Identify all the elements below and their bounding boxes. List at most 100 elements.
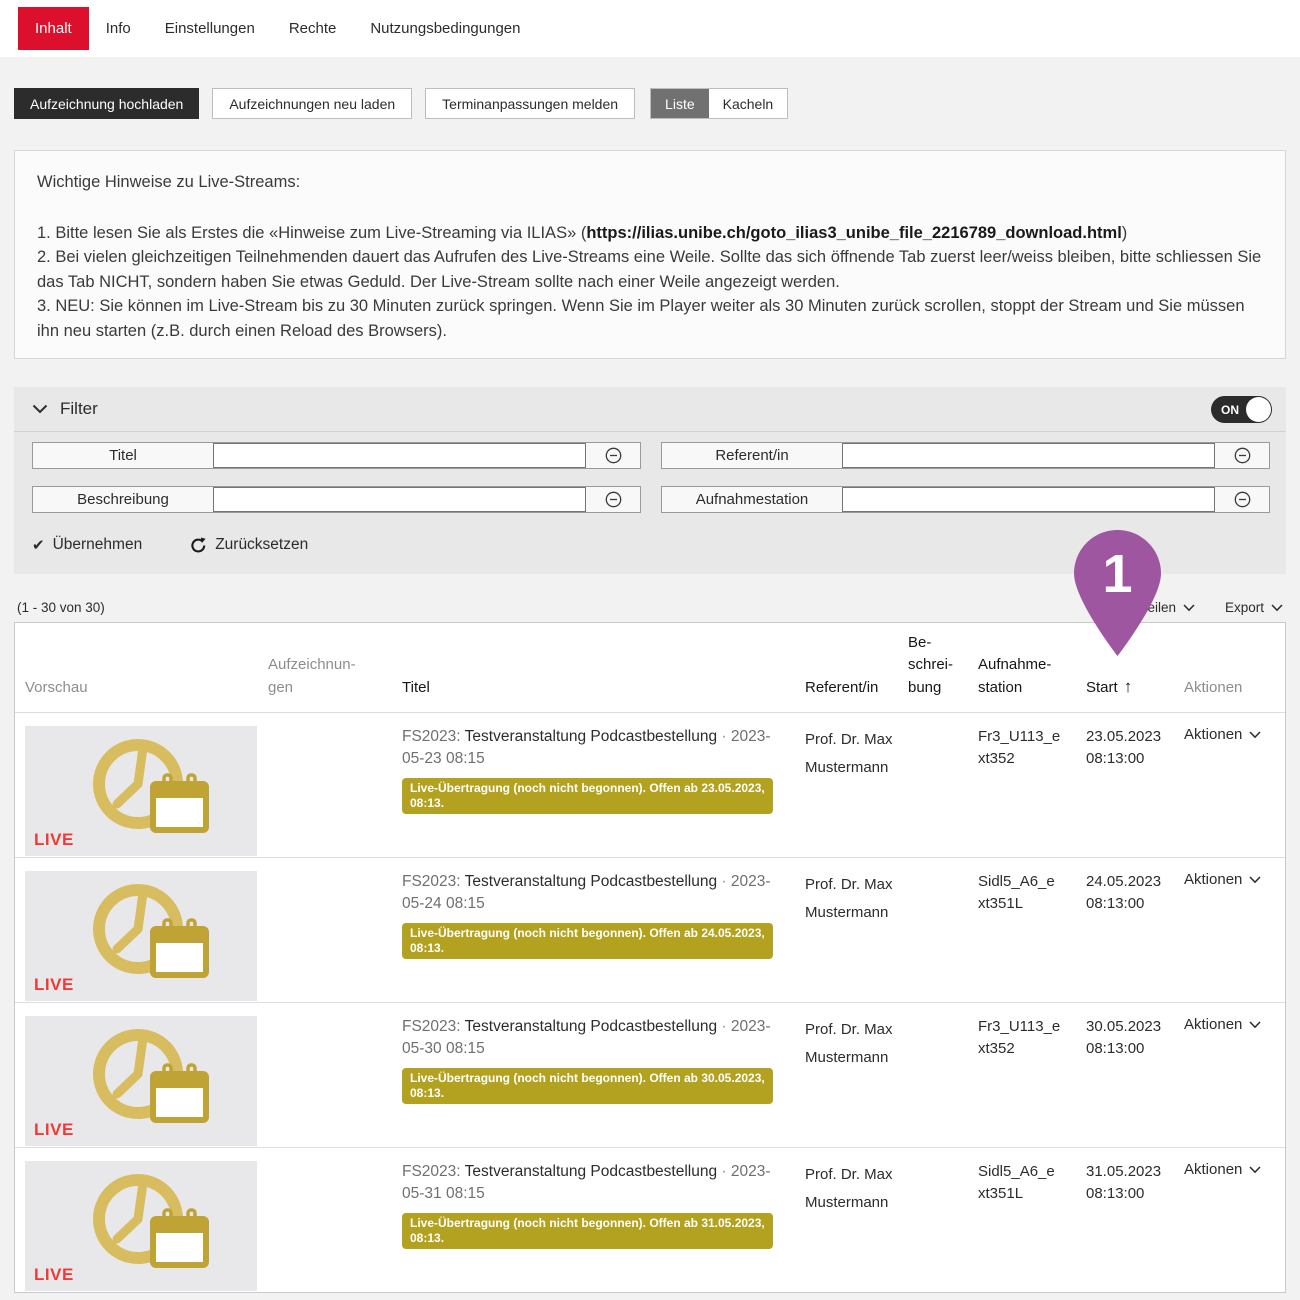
view-switcher: Liste Kacheln <box>650 88 788 119</box>
reset-filter-button[interactable]: Zurücksetzen <box>190 536 308 554</box>
col-header-aufnahmestation[interactable]: Aufnahme­station <box>966 654 1074 699</box>
minus-circle-icon <box>605 491 622 508</box>
filter-field-titel: Titel <box>32 442 641 469</box>
filter-input-referent[interactable] <box>842 443 1215 468</box>
filter-field-referent: Referent/in <box>661 442 1270 469</box>
title-prefix: FS2023: <box>402 1018 461 1035</box>
row-actions-dropdown[interactable]: Aktionen <box>1184 726 1285 743</box>
report-schedule-change-button[interactable]: Terminanpassungen melden <box>425 88 635 119</box>
view-list-button[interactable]: Liste <box>651 89 709 118</box>
cell-aufzeichnungen <box>268 871 388 1002</box>
cell-aufzeichnungen <box>268 1161 388 1292</box>
annotation-pin-1: 1 <box>1070 526 1165 658</box>
tab-nutzungsbedingungen[interactable]: Nutzungsbedingungen <box>353 7 537 50</box>
redaction-blob <box>786 835 874 853</box>
title-main: Testveranstaltung Podcastbestellung <box>465 1018 717 1035</box>
cell-referent: Prof. Dr. Max Mustermann <box>793 1016 896 1147</box>
cell-start: 24.05.2023 08:13:00 <box>1074 871 1172 1002</box>
filter-input-beschreibung[interactable] <box>213 487 586 512</box>
view-tiles-button[interactable]: Kacheln <box>709 89 788 118</box>
export-dropdown[interactable]: Export <box>1225 600 1283 615</box>
toggle-knob <box>1246 397 1271 422</box>
table-body: LIVE FS2023: Testveranstaltung Podcastbe… <box>15 712 1285 1292</box>
cell-beschreibung <box>896 726 966 857</box>
notes-item-2: 2. Bei vielen gleichzeitigen Teilnehmend… <box>37 245 1263 294</box>
filter-input-aufnahmestation[interactable] <box>842 487 1215 512</box>
cell-titel: FS2023: Testveranstaltung Podcastbestell… <box>388 1161 793 1292</box>
cell-aufnahmestation: Fr3_U113_ext352 <box>966 726 1074 857</box>
tab-einstellungen[interactable]: Einstellungen <box>148 7 272 50</box>
chevron-down-icon <box>1271 604 1283 612</box>
col-header-beschreibung[interactable]: Be­schrei­bung <box>896 632 966 700</box>
filter-label-aufnahmestation: Aufnahmestation <box>662 487 842 512</box>
title-main: Testveranstaltung Podcastbestellung <box>465 728 717 745</box>
upload-recording-button[interactable]: Aufzeichnung hochladen <box>14 88 199 119</box>
cell-beschreibung <box>896 871 966 1002</box>
cell-aufzeichnungen <box>268 1016 388 1147</box>
title-separator: · <box>721 873 726 890</box>
filter-field-beschreibung: Beschreibung <box>32 486 641 513</box>
clear-beschreibung-button[interactable] <box>586 487 640 512</box>
filter-header[interactable]: Filter ON <box>14 387 1286 432</box>
title-main: Testveranstaltung Podcastbestellung <box>465 1163 717 1180</box>
apply-filter-button[interactable]: ✔ Übernehmen <box>32 536 142 554</box>
clear-aufnahmestation-button[interactable] <box>1215 487 1269 512</box>
cell-beschreibung <box>896 1016 966 1147</box>
title-prefix: FS2023: <box>402 1163 461 1180</box>
tab-info[interactable]: Info <box>89 7 148 50</box>
filter-input-titel[interactable] <box>213 443 586 468</box>
clear-titel-button[interactable] <box>586 443 640 468</box>
live-badge: LIVE <box>34 1265 74 1285</box>
chevron-down-icon <box>1249 1021 1261 1029</box>
cell-aktionen: Aktionen <box>1172 726 1285 857</box>
live-stream-thumbnail[interactable]: LIVE <box>25 1161 257 1291</box>
row-actions-dropdown[interactable]: Aktionen <box>1184 871 1285 888</box>
live-badge: LIVE <box>34 1120 74 1140</box>
tab-inhalt[interactable]: Inhalt <box>18 7 89 50</box>
live-stream-thumbnail[interactable]: LIVE <box>25 1016 257 1146</box>
row-actions-label: Aktionen <box>1184 871 1242 888</box>
col-header-start[interactable]: Start↑ <box>1074 674 1172 700</box>
notes-item-1-closing: ) <box>1122 224 1128 242</box>
cell-vorschau: LIVE <box>15 1016 268 1147</box>
live-stream-thumbnail[interactable]: LIVE <box>25 726 257 856</box>
chevron-down-icon <box>1183 604 1195 612</box>
col-header-titel[interactable]: Titel <box>388 677 793 700</box>
recording-title[interactable]: FS2023: Testveranstaltung Podcastbestell… <box>402 1161 773 1206</box>
cell-titel: FS2023: Testveranstaltung Podcastbestell… <box>388 871 793 1002</box>
notes-download-link[interactable]: https://ilias.unibe.ch/goto_ilias3_unibe… <box>586 224 1121 242</box>
refresh-icon <box>190 537 207 554</box>
table-row: LIVE FS2023: Testveranstaltung Podcastbe… <box>15 712 1285 857</box>
annotation-pin-number: 1 <box>1102 544 1132 604</box>
chevron-down-icon <box>1249 731 1261 739</box>
cell-vorschau: LIVE <box>15 726 268 857</box>
sort-ascending-icon[interactable]: ↑ <box>1124 677 1133 696</box>
recording-title[interactable]: FS2023: Testveranstaltung Podcastbestell… <box>402 1016 773 1061</box>
col-header-referent[interactable]: Referent/in <box>793 677 896 700</box>
row-actions-label: Aktionen <box>1184 1161 1242 1178</box>
map-pin-icon: 1 <box>1070 526 1165 658</box>
row-actions-dropdown[interactable]: Aktionen <box>1184 1016 1285 1033</box>
recording-title[interactable]: FS2023: Testveranstaltung Podcastbestell… <box>402 871 773 916</box>
reload-recordings-button[interactable]: Aufzeichnungen neu laden <box>212 88 412 119</box>
cell-aufnahmestation: Sidl5_A6_ext351L <box>966 1161 1074 1292</box>
col-header-aufzeichnungen: Aufzeichnun­gen <box>268 654 368 699</box>
cell-aufnahmestation: Sidl5_A6_ext351L <box>966 871 1074 1002</box>
title-separator: · <box>721 728 726 745</box>
cell-referent: Prof. Dr. Max Mustermann <box>793 1161 896 1292</box>
cell-vorschau: LIVE <box>15 871 268 1002</box>
filter-on-toggle[interactable]: ON <box>1211 396 1272 423</box>
chevron-down-icon <box>32 404 48 414</box>
live-status-badge: Live-Übertragung (noch nicht begonnen). … <box>402 778 773 814</box>
recording-title[interactable]: FS2023: Testveranstaltung Podcastbestell… <box>402 726 773 771</box>
tab-rechte[interactable]: Rechte <box>272 7 354 50</box>
title-prefix: FS2023: <box>402 728 461 745</box>
live-stream-thumbnail[interactable]: LIVE <box>25 871 257 1001</box>
title-main: Testveranstaltung Podcastbestellung <box>465 873 717 890</box>
cell-beschreibung <box>896 1161 966 1292</box>
row-actions-label: Aktionen <box>1184 1016 1242 1033</box>
toolbar: Aufzeichnung hochladen Aufzeichnungen ne… <box>14 88 1286 119</box>
clear-referent-button[interactable] <box>1215 443 1269 468</box>
cell-start: 23.05.2023 08:13:00 <box>1074 726 1172 857</box>
row-actions-dropdown[interactable]: Aktionen <box>1184 1161 1285 1178</box>
